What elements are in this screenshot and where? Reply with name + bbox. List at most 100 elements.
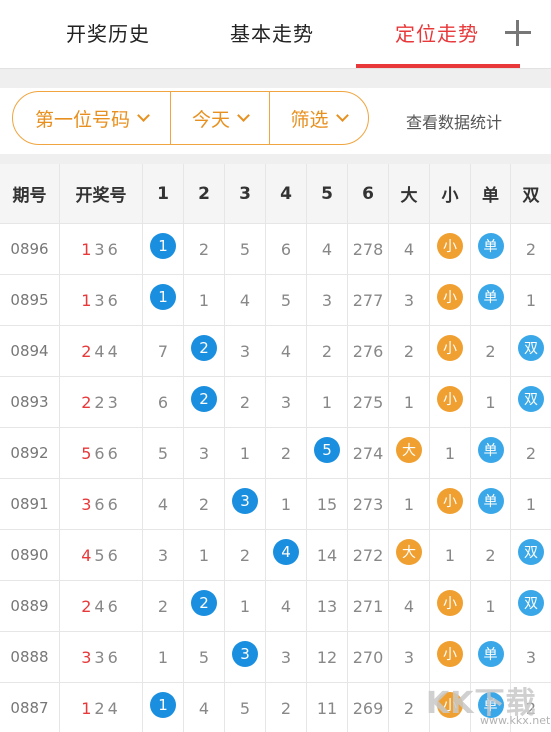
draw-number-cell: 336 (60, 632, 143, 682)
draw-digit: 6 (94, 494, 108, 514)
chevron-down-icon (237, 109, 250, 122)
trend-cell: 2 (143, 581, 184, 631)
draw-number-cell: 246 (60, 581, 143, 631)
trend-cell: 1 (143, 275, 184, 325)
trend-cell: 2 (184, 377, 225, 427)
trend-cell: 2 (389, 326, 430, 376)
section-divider (0, 68, 551, 88)
trend-cell: 271 (348, 581, 389, 631)
trend-cell: 1 (430, 428, 471, 478)
table-header: 期号 开奖号 1 2 3 4 5 6 大小单双 (0, 164, 551, 224)
trend-cell: 大 (389, 530, 430, 580)
section-divider (0, 154, 551, 164)
trend-cell: 1 (143, 632, 184, 682)
trend-cell: 4 (266, 530, 307, 580)
trend-cell: 3 (307, 275, 348, 325)
hit-ball: 双 (518, 539, 544, 565)
trend-cell: 双 (511, 326, 551, 376)
column-header: 大 (389, 164, 430, 223)
position-select-label: 第一位号码 (34, 108, 130, 131)
draw-digit: 6 (107, 290, 121, 310)
filter-select[interactable]: 筛选 (270, 92, 367, 144)
hit-ball: 小 (437, 335, 463, 361)
draw-digit: 2 (81, 596, 95, 616)
draw-digit: 4 (81, 545, 95, 565)
trend-cell: 269 (348, 683, 389, 732)
chevron-down-icon (335, 109, 349, 122)
trend-cell: 2 (184, 581, 225, 631)
filter-bar: 第一位号码 今天 筛选 查看数据统计 (0, 88, 551, 154)
trend-cell: 1 (266, 479, 307, 529)
tab-position-trend[interactable]: 定位走势 (395, 18, 479, 47)
draw-digit: 4 (94, 596, 108, 616)
filter-pill-group: 第一位号码 今天 筛选 (12, 91, 369, 145)
trend-cell: 270 (348, 632, 389, 682)
trend-cell: 单 (471, 428, 511, 478)
hit-ball: 2 (191, 590, 217, 616)
trend-cell: 2 (525, 443, 537, 463)
period-cell: 0891 (0, 479, 60, 529)
draw-digit: 3 (94, 239, 108, 259)
trend-cell: 1 (471, 377, 511, 427)
trend-cell: 小 (430, 632, 471, 682)
trend-cell: 5 (225, 683, 266, 732)
draw-digit: 3 (94, 647, 108, 667)
filter-select-label: 筛选 (290, 108, 329, 131)
table-row: 0889 2 4 6 2 2 1 4 13 271 4 小 1 双 (0, 581, 551, 632)
draw-digit: 4 (94, 341, 108, 361)
hit-ball: 单 (477, 284, 504, 310)
trend-cell: 单 (471, 275, 511, 325)
hit-ball: 双 (518, 590, 544, 616)
trend-cell: 4 (266, 326, 307, 376)
column-header: 1 (143, 164, 184, 223)
trend-cell: 3 (266, 377, 307, 427)
trend-cell: 3 (266, 632, 307, 682)
trend-cell: 小 (430, 581, 471, 631)
draw-digit: 3 (107, 392, 121, 412)
hit-ball: 3 (232, 488, 258, 514)
view-stats-link[interactable]: 查看数据统计 (406, 109, 502, 133)
trend-cell: 双 (511, 530, 551, 580)
draw-number-cell: 366 (60, 479, 143, 529)
trend-cell: 双 (511, 377, 551, 427)
trend-cell: 15 (307, 479, 348, 529)
trend-cell: 11 (307, 683, 348, 732)
draw-digit: 6 (107, 596, 121, 616)
plus-icon[interactable] (505, 20, 531, 46)
column-header: 3 (225, 164, 266, 223)
draw-number-cell: 244 (60, 326, 143, 376)
hit-ball: 小 (437, 590, 463, 616)
period-cell: 0889 (0, 581, 60, 631)
trend-cell: 小 (430, 377, 471, 427)
date-select[interactable]: 今天 (171, 92, 270, 144)
trend-cell: 13 (307, 581, 348, 631)
tab-basic-trend[interactable]: 基本走势 (230, 18, 314, 47)
draw-digit: 6 (107, 494, 121, 514)
column-header: 2 (184, 164, 225, 223)
trend-cell: 1 (471, 581, 511, 631)
trend-cell: 1 (307, 377, 348, 427)
trend-cell: 2 (471, 326, 511, 376)
table-row: 0894 2 4 4 7 2 3 4 2 276 2 小 2 双 (0, 326, 551, 377)
draw-number-cell: 456 (60, 530, 143, 580)
trend-cell: 2 (225, 377, 266, 427)
trend-cell: 4 (389, 581, 430, 631)
position-select[interactable]: 第一位号码 (13, 92, 171, 144)
trend-cell: 2 (184, 224, 225, 274)
trend-table: 期号 开奖号 1 2 3 4 5 6 大小单双 0896 1 3 6 1 2 5 6 4 278 4 小单 2 0895 1… (0, 164, 551, 732)
hit-ball: 小 (437, 488, 463, 514)
trend-cell: 2 (307, 326, 348, 376)
trend-cell: 3 (525, 647, 537, 667)
tab-draw-history[interactable]: 开奖历史 (66, 18, 150, 47)
trend-cell: 6 (143, 377, 184, 427)
hit-ball: 1 (150, 233, 176, 259)
draw-digit: 2 (94, 698, 108, 718)
trend-cell: 1 (143, 224, 184, 274)
hit-ball: 小 (437, 641, 463, 667)
table-row: 0888 3 3 6 1 5 3 3 12 270 3 小单 3 (0, 632, 551, 683)
draw-digit: 5 (81, 443, 95, 463)
table-row: 0887 1 2 4 1 4 5 2 11 269 2 小单 2 (0, 683, 551, 732)
column-header: 4 (266, 164, 307, 223)
trend-cell: 单 (471, 632, 511, 682)
trend-cell: 3 (225, 632, 266, 682)
